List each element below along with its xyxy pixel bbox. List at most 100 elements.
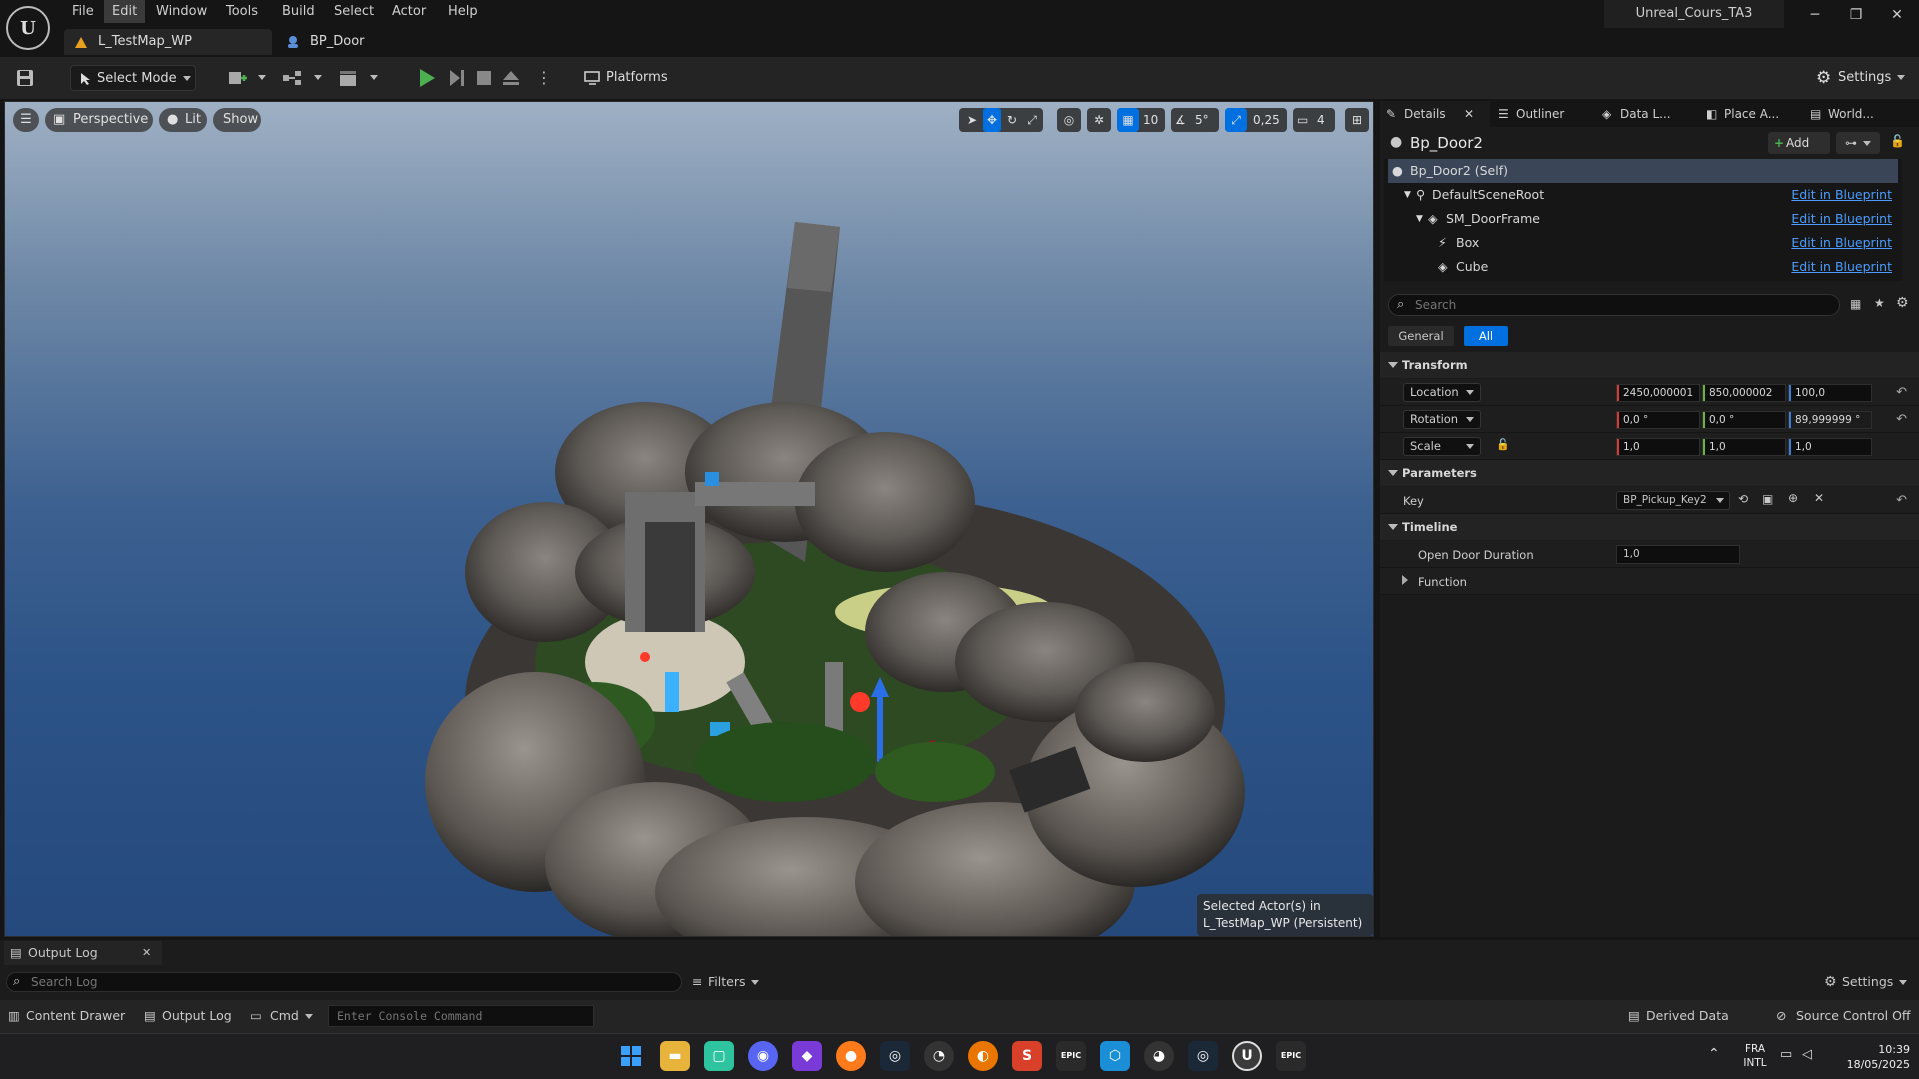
close-tab-icon[interactable]: ✕: [142, 941, 151, 965]
menu-actor[interactable]: Actor: [384, 0, 434, 23]
use-selected-icon[interactable]: ▣: [1762, 492, 1773, 506]
rotation-z-field[interactable]: 89,999999 °: [1788, 411, 1872, 429]
tab-place-actors[interactable]: ◧ Place A...: [1700, 101, 1800, 127]
scale-snap-button[interactable]: ⤢ 0,25: [1225, 108, 1287, 132]
cinematics-button[interactable]: [338, 69, 378, 89]
epic-launcher-icon[interactable]: EPIC: [1276, 1041, 1306, 1071]
tab-blueprint-door[interactable]: BP_Door: [276, 29, 436, 55]
output-log-button[interactable]: ▤ Output Log: [144, 1006, 232, 1026]
output-log-tab[interactable]: ▤ Output Log ✕: [4, 941, 162, 965]
tab-details[interactable]: ✎ Details ✕: [1380, 101, 1490, 127]
add-asset-icon[interactable]: ⊕: [1788, 491, 1798, 505]
lock-icon[interactable]: 🔓: [1890, 134, 1905, 148]
reset-key-icon[interactable]: ↶: [1896, 493, 1907, 508]
platforms-dropdown[interactable]: Platforms: [580, 65, 680, 106]
filter-general[interactable]: General: [1388, 326, 1454, 346]
collapse-arrow-icon[interactable]: ▼: [1416, 207, 1423, 231]
steam-icon[interactable]: ◎: [880, 1041, 910, 1071]
menu-build[interactable]: Build: [274, 0, 323, 23]
lit-button[interactable]: ● Lit: [159, 108, 207, 132]
unreal-engine-icon[interactable]: U: [1232, 1041, 1262, 1071]
select-tool-icon[interactable]: ➤: [963, 108, 981, 132]
log-filters-dropdown[interactable]: ≡ Filters: [692, 972, 768, 992]
chevron-up-icon[interactable]: ⌃: [1708, 1046, 1720, 1062]
more-options-icon[interactable]: ⋮: [536, 69, 552, 89]
settings-gear-icon[interactable]: ⚙: [1896, 295, 1909, 311]
source-control-button[interactable]: ⊘ Source Control Off: [1774, 1006, 1911, 1026]
location-z-field[interactable]: 100,0: [1788, 384, 1872, 402]
tab-world-settings[interactable]: ▤ World...: [1804, 101, 1914, 127]
menu-window[interactable]: Window: [148, 0, 215, 23]
edit-in-blueprint-link[interactable]: Edit in Blueprint: [1791, 255, 1892, 279]
location-x-field[interactable]: 2450,000001: [1616, 384, 1700, 402]
angle-snap-button[interactable]: ∡ 5°: [1171, 108, 1219, 132]
messaging-app-icon[interactable]: ▢: [704, 1041, 734, 1071]
key-asset-dropdown[interactable]: BP_Pickup_Key2: [1616, 491, 1730, 510]
menu-file[interactable]: File: [64, 0, 102, 23]
transform-section-header[interactable]: Transform: [1380, 352, 1919, 378]
github-icon[interactable]: ◕: [1144, 1041, 1174, 1071]
browse-asset-icon[interactable]: ⟲: [1738, 492, 1748, 506]
grid-snap-button[interactable]: ▦ 10: [1117, 108, 1165, 132]
clock[interactable]: 10:39 18/05/2025: [1830, 1042, 1910, 1072]
world-local-icon[interactable]: ◎: [1057, 108, 1081, 132]
level-viewport[interactable]: ☰ ▣ Perspective ● Lit Show ➤ ✥ ↻ ⤢ ◎ ✲ ▦…: [4, 101, 1374, 937]
log-search[interactable]: ⌕: [6, 972, 682, 992]
tab-outliner[interactable]: ☰ Outliner: [1492, 101, 1592, 127]
expand-arrow-icon[interactable]: [1402, 575, 1408, 585]
obs-icon[interactable]: ◔: [924, 1041, 954, 1071]
surface-snap-icon[interactable]: ✲: [1087, 108, 1111, 132]
scale-z-field[interactable]: 1,0: [1788, 438, 1872, 456]
network-icon[interactable]: ▭: [1780, 1047, 1792, 1062]
substance-icon[interactable]: S: [1012, 1041, 1042, 1071]
edit-in-blueprint-link[interactable]: Edit in Blueprint: [1791, 231, 1892, 255]
table-view-icon[interactable]: ▦: [1850, 297, 1861, 311]
play-icon[interactable]: [418, 68, 436, 88]
menu-tools[interactable]: Tools: [218, 0, 266, 23]
log-settings-dropdown[interactable]: ⚙ Settings: [1824, 972, 1914, 992]
viewport-layout-icon[interactable]: ⊞: [1345, 108, 1369, 132]
language-indicator[interactable]: FRA INTL: [1738, 1042, 1772, 1070]
favorite-star-icon[interactable]: ★: [1874, 296, 1885, 310]
console-command-input[interactable]: [328, 1005, 594, 1027]
translate-tool-icon[interactable]: ✥: [983, 108, 1001, 132]
menu-help[interactable]: Help: [440, 0, 486, 23]
camera-speed-button[interactable]: ▭ 4: [1293, 108, 1335, 132]
menu-select[interactable]: Select: [326, 0, 382, 23]
collapse-arrow-icon[interactable]: ▼: [1404, 183, 1411, 207]
filter-all[interactable]: All: [1464, 326, 1508, 346]
component-defaultsceneroot[interactable]: ▼ ⚲ DefaultSceneRoot Edit in Blueprint: [1388, 183, 1898, 207]
reset-rotation-icon[interactable]: ↶: [1896, 412, 1907, 427]
add-component-button[interactable]: + Add: [1768, 132, 1830, 154]
edit-in-blueprint-link[interactable]: Edit in Blueprint: [1791, 207, 1892, 231]
file-explorer-icon[interactable]: ▬: [660, 1041, 690, 1071]
restore-button[interactable]: ❐: [1836, 0, 1876, 30]
scale-tool-icon[interactable]: ⤢: [1023, 108, 1041, 132]
windows-start-icon[interactable]: [616, 1041, 646, 1071]
minimize-button[interactable]: ─: [1795, 0, 1835, 30]
app-cube-icon[interactable]: ⬡: [1100, 1041, 1130, 1071]
close-window-button[interactable]: ✕: [1877, 0, 1917, 30]
show-button[interactable]: Show: [213, 108, 261, 132]
tab-data-layers[interactable]: ◈ Data L...: [1596, 101, 1696, 127]
rotation-y-field[interactable]: 0,0 °: [1702, 411, 1786, 429]
location-dropdown[interactable]: Location: [1403, 383, 1481, 402]
rotate-tool-icon[interactable]: ↻: [1003, 108, 1021, 132]
menu-edit[interactable]: Edit: [104, 0, 146, 23]
component-self[interactable]: ● Bp_Door2 (Self): [1388, 159, 1898, 183]
clear-asset-icon[interactable]: ✕: [1814, 491, 1824, 505]
volume-icon[interactable]: ◁: [1802, 1047, 1812, 1062]
parameters-section-header[interactable]: Parameters: [1380, 460, 1919, 486]
rotation-x-field[interactable]: 0,0 °: [1616, 411, 1700, 429]
scale-dropdown[interactable]: Scale: [1403, 437, 1481, 456]
component-cube[interactable]: ◈ Cube Edit in Blueprint: [1388, 255, 1898, 279]
scale-x-field[interactable]: 1,0: [1616, 438, 1700, 456]
save-icon[interactable]: [16, 69, 34, 87]
advance-frame-icon[interactable]: [448, 69, 466, 87]
derived-data-button[interactable]: ▤ Derived Data: [1626, 1006, 1729, 1026]
component-sm-doorframe[interactable]: ▼ ◈ SM_DoorFrame Edit in Blueprint: [1388, 207, 1898, 231]
content-drawer-button[interactable]: ▥ Content Drawer: [8, 1006, 125, 1026]
blueprint-menu-button[interactable]: [282, 69, 322, 89]
blueprint-options-button[interactable]: ⊶: [1836, 132, 1880, 154]
add-actor-button[interactable]: [228, 69, 266, 89]
